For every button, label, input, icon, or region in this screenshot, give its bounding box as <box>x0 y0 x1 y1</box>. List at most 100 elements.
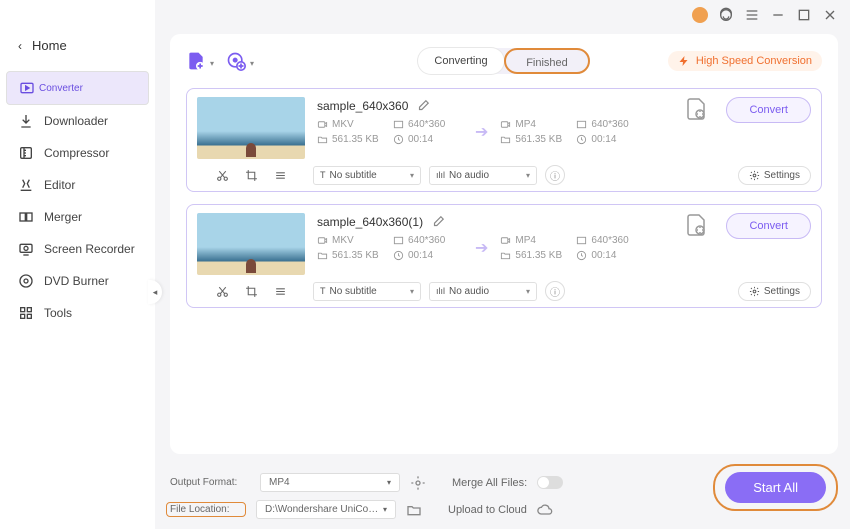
settings-button[interactable]: Settings <box>738 282 811 301</box>
clock-icon <box>393 250 404 261</box>
high-speed-toggle[interactable]: High Speed Conversion <box>668 51 822 71</box>
recorder-icon <box>18 241 34 257</box>
resolution-icon <box>576 235 587 246</box>
upload-cloud-label: Upload to Cloud <box>448 504 527 516</box>
cloud-icon[interactable] <box>537 502 553 518</box>
convert-button[interactable]: Convert <box>726 213 811 239</box>
edit-icon[interactable] <box>416 99 430 113</box>
account-avatar[interactable] <box>692 7 708 23</box>
arrow-icon: ➔ <box>469 122 494 142</box>
lightning-icon <box>678 55 690 67</box>
chevron-down-icon: ▾ <box>250 59 254 68</box>
crop-icon[interactable] <box>245 285 258 298</box>
download-icon <box>18 113 34 129</box>
file-card: sample_640x360 MKV 561.35 KB 640*360 00:… <box>186 88 822 192</box>
merger-icon <box>18 209 34 225</box>
sidebar-item-label: Tools <box>44 306 72 320</box>
sidebar-item-dvd-burner[interactable]: DVD Burner <box>0 265 155 297</box>
chevron-left-icon: ‹ <box>18 39 22 53</box>
home-link[interactable]: ‹ Home <box>0 30 155 61</box>
settings-button[interactable]: Settings <box>738 166 811 185</box>
cut-icon[interactable] <box>216 285 229 298</box>
sidebar-item-label: Screen Recorder <box>44 242 135 256</box>
tab-converting[interactable]: Converting <box>418 48 504 74</box>
sidebar-item-compressor[interactable]: Compressor <box>0 137 155 169</box>
subtitle-select[interactable]: TNo subtitle▾ <box>313 282 421 301</box>
crop-icon[interactable] <box>245 169 258 182</box>
minimize-icon[interactable] <box>770 7 786 23</box>
folder-icon <box>500 250 511 261</box>
resolution-icon <box>393 235 404 246</box>
thumbnail[interactable] <box>197 213 305 275</box>
tab-finished[interactable]: Finished <box>504 48 590 74</box>
file-name: sample_640x360(1) <box>317 215 423 229</box>
start-all-button[interactable]: Start All <box>725 472 826 503</box>
folder-icon <box>317 250 328 261</box>
file-settings-icon[interactable] <box>684 97 708 121</box>
arrow-icon: ➔ <box>469 238 494 258</box>
clock-icon <box>393 134 404 145</box>
file-settings-icon[interactable] <box>684 213 708 237</box>
sidebar-item-downloader[interactable]: Downloader <box>0 105 155 137</box>
sidebar-item-label: Converter <box>39 83 83 94</box>
file-card: sample_640x360(1) MKV 561.35 KB 640*360 … <box>186 204 822 308</box>
dvd-icon <box>18 273 34 289</box>
open-folder-icon[interactable] <box>406 502 422 518</box>
add-file-button[interactable]: ▾ <box>186 51 206 71</box>
info-button[interactable]: ⓘ <box>545 281 565 301</box>
clock-icon <box>576 250 587 261</box>
info-button[interactable]: ⓘ <box>545 165 565 185</box>
sidebar-item-tools[interactable]: Tools <box>0 297 155 329</box>
sidebar-item-label: DVD Burner <box>44 274 109 288</box>
sidebar-item-label: Downloader <box>44 114 108 128</box>
resolution-icon <box>576 119 587 130</box>
audio-select[interactable]: ılılNo audio▾ <box>429 166 537 185</box>
more-icon[interactable] <box>274 285 287 298</box>
start-all-highlight: Start All <box>713 464 838 511</box>
subtitle-select[interactable]: TNo subtitle▾ <box>313 166 421 185</box>
add-disc-icon <box>226 51 246 71</box>
clock-icon <box>576 134 587 145</box>
add-file-icon <box>186 51 206 71</box>
high-speed-label: High Speed Conversion <box>696 55 812 67</box>
video-icon <box>500 235 511 246</box>
edit-icon[interactable] <box>431 215 445 229</box>
compress-icon <box>18 145 34 161</box>
sidebar-item-label: Merger <box>44 210 82 224</box>
chevron-down-icon: ▾ <box>210 59 214 68</box>
tools-icon <box>18 305 34 321</box>
close-icon[interactable] <box>822 7 838 23</box>
converter-icon <box>19 80 35 96</box>
merge-label: Merge All Files: <box>452 477 527 489</box>
sidebar-item-editor[interactable]: Editor <box>0 169 155 201</box>
editor-icon <box>18 177 34 193</box>
output-settings-icon[interactable] <box>410 475 426 491</box>
output-format-label: Output Format: <box>170 477 250 488</box>
file-name: sample_640x360 <box>317 99 408 113</box>
sidebar-item-label: Editor <box>44 178 75 192</box>
sidebar-item-screen-recorder[interactable]: Screen Recorder <box>0 233 155 265</box>
folder-icon <box>317 134 328 145</box>
file-location-label: File Location: <box>166 502 246 517</box>
video-icon <box>500 119 511 130</box>
maximize-icon[interactable] <box>796 7 812 23</box>
add-disc-button[interactable]: ▾ <box>226 51 246 71</box>
audio-select[interactable]: ılılNo audio▾ <box>429 282 537 301</box>
resolution-icon <box>393 119 404 130</box>
file-location-select[interactable]: D:\Wondershare UniConverter 1▾ <box>256 500 396 519</box>
gear-icon <box>749 170 760 181</box>
video-icon <box>317 119 328 130</box>
support-icon[interactable] <box>718 7 734 23</box>
sidebar-item-converter[interactable]: Converter <box>6 71 149 105</box>
menu-icon[interactable] <box>744 7 760 23</box>
home-label: Home <box>32 38 67 53</box>
convert-button[interactable]: Convert <box>726 97 811 123</box>
more-icon[interactable] <box>274 169 287 182</box>
collapse-sidebar-button[interactable]: ◂ <box>148 280 162 304</box>
sidebar-item-merger[interactable]: Merger <box>0 201 155 233</box>
thumbnail[interactable] <box>197 97 305 159</box>
output-format-select[interactable]: MP4▾ <box>260 473 400 492</box>
cut-icon[interactable] <box>216 169 229 182</box>
merge-toggle[interactable] <box>537 476 563 489</box>
video-icon <box>317 235 328 246</box>
